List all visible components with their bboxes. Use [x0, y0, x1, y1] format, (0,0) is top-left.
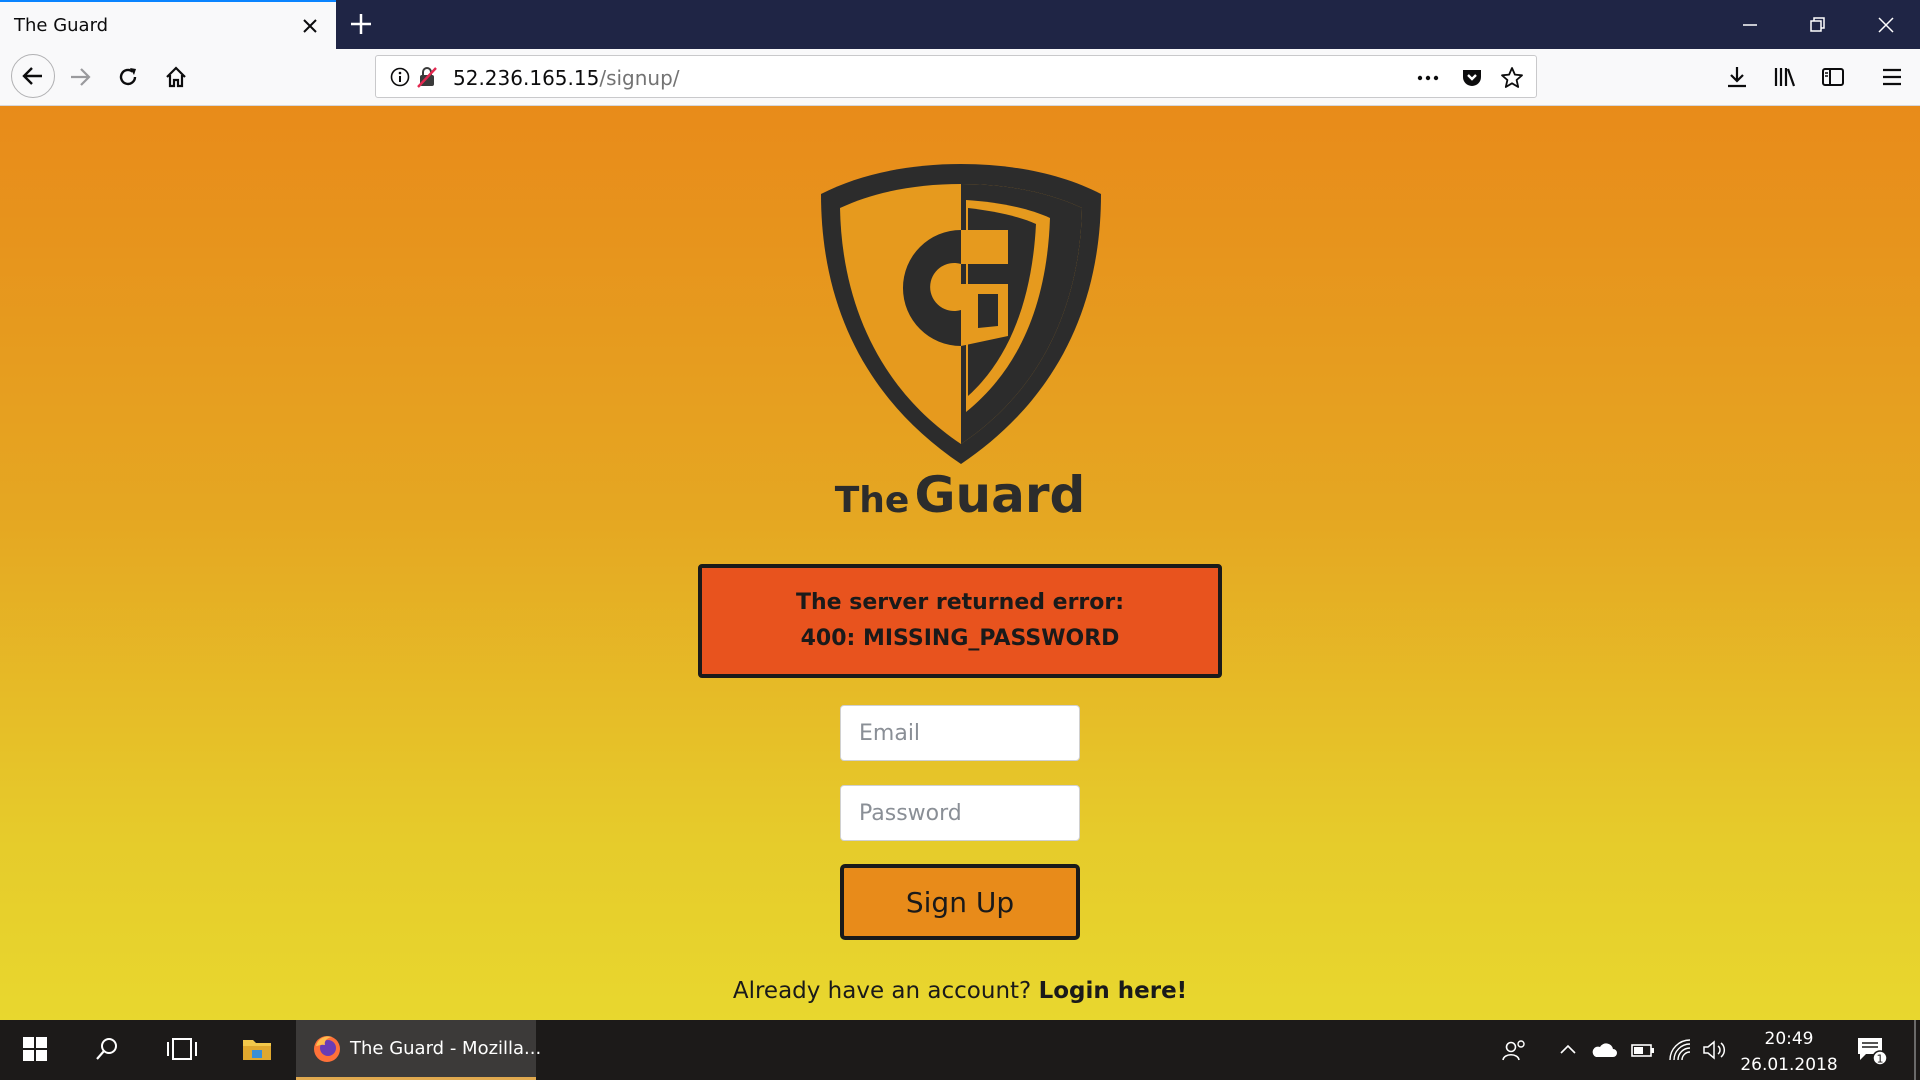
error-alert: The server returned error: 400: MISSING_…: [698, 564, 1222, 678]
people-icon[interactable]: [1502, 1038, 1528, 1062]
forward-icon[interactable]: [60, 57, 100, 97]
clock-time: 20:49: [1764, 1029, 1814, 1049]
new-tab-icon[interactable]: [348, 11, 374, 37]
taskbar-app-label: The Guard - Mozilla...: [350, 1038, 542, 1059]
tab-title: The Guard: [14, 15, 109, 36]
guard-shield-logo: [818, 156, 1104, 470]
firefox-icon: [312, 1034, 342, 1064]
reload-icon[interactable]: [108, 57, 148, 97]
sidebar-icon[interactable]: [1813, 57, 1853, 97]
onedrive-cloud-icon[interactable]: [1590, 1038, 1618, 1062]
search-icon[interactable]: [72, 1020, 142, 1080]
volume-icon[interactable]: [1702, 1038, 1728, 1062]
notification-count: 1: [1877, 1053, 1884, 1066]
login-prompt: Already have an account?: [732, 978, 1032, 1004]
system-clock[interactable]: 20:49 26.01.2018: [1734, 1026, 1844, 1078]
url-path: /signup/: [599, 66, 680, 90]
url-bar[interactable]: 52.236.165.15/signup/: [375, 55, 1537, 98]
url-host: 52.236.165.15: [453, 66, 600, 90]
bookmark-star-icon[interactable]: [1500, 66, 1524, 90]
login-prompt-line: Already have an account? Login here!: [0, 978, 1920, 1004]
more-actions-icon[interactable]: [1416, 66, 1440, 90]
taskbar-app-firefox[interactable]: The Guard - Mozilla...: [296, 1020, 541, 1080]
sign-up-button[interactable]: Sign Up: [840, 864, 1080, 940]
url-text[interactable]: 52.236.165.15/signup/: [453, 66, 680, 90]
task-view-icon[interactable]: [144, 1020, 214, 1080]
email-field[interactable]: [840, 705, 1080, 761]
home-icon[interactable]: [156, 57, 196, 97]
brand-guard: Guard: [914, 466, 1086, 524]
brand-title: The Guard: [0, 466, 1920, 524]
pocket-icon[interactable]: [1460, 66, 1484, 90]
menu-icon[interactable]: [1872, 57, 1912, 97]
login-link[interactable]: Login here!: [1039, 978, 1188, 1004]
windows-start-icon[interactable]: [0, 1020, 70, 1080]
show-desktop-button[interactable]: [1914, 1020, 1916, 1080]
wifi-icon[interactable]: [1668, 1038, 1692, 1062]
info-icon[interactable]: [390, 67, 410, 87]
password-field[interactable]: [840, 785, 1080, 841]
taskbar: The Guard - Mozilla... 20:49 26.01.2018 …: [0, 1020, 1920, 1080]
brand-the: The: [834, 480, 910, 521]
close-window-icon[interactable]: [1852, 0, 1920, 49]
tab-strip: The Guard: [0, 0, 1920, 49]
battery-icon[interactable]: [1630, 1038, 1656, 1062]
insecure-lock-icon[interactable]: [416, 66, 438, 88]
action-center-icon[interactable]: 1: [1856, 1036, 1888, 1066]
downloads-icon[interactable]: [1717, 57, 1757, 97]
clock-date: 26.01.2018: [1740, 1055, 1838, 1075]
minimize-icon[interactable]: [1716, 0, 1784, 49]
restore-icon[interactable]: [1784, 0, 1852, 49]
page-content: The Guard The server returned error: 400…: [0, 106, 1920, 1020]
error-message: The server returned error: 400: MISSING_…: [795, 590, 1125, 651]
back-icon[interactable]: [11, 54, 55, 98]
library-icon[interactable]: [1765, 57, 1805, 97]
tab-the-guard[interactable]: The Guard: [0, 0, 336, 49]
navigation-bar: 52.236.165.15/signup/: [0, 49, 1920, 106]
chevron-up-icon[interactable]: [1558, 1038, 1578, 1062]
close-tab-icon[interactable]: [300, 16, 320, 36]
file-explorer-icon[interactable]: [220, 1020, 290, 1080]
